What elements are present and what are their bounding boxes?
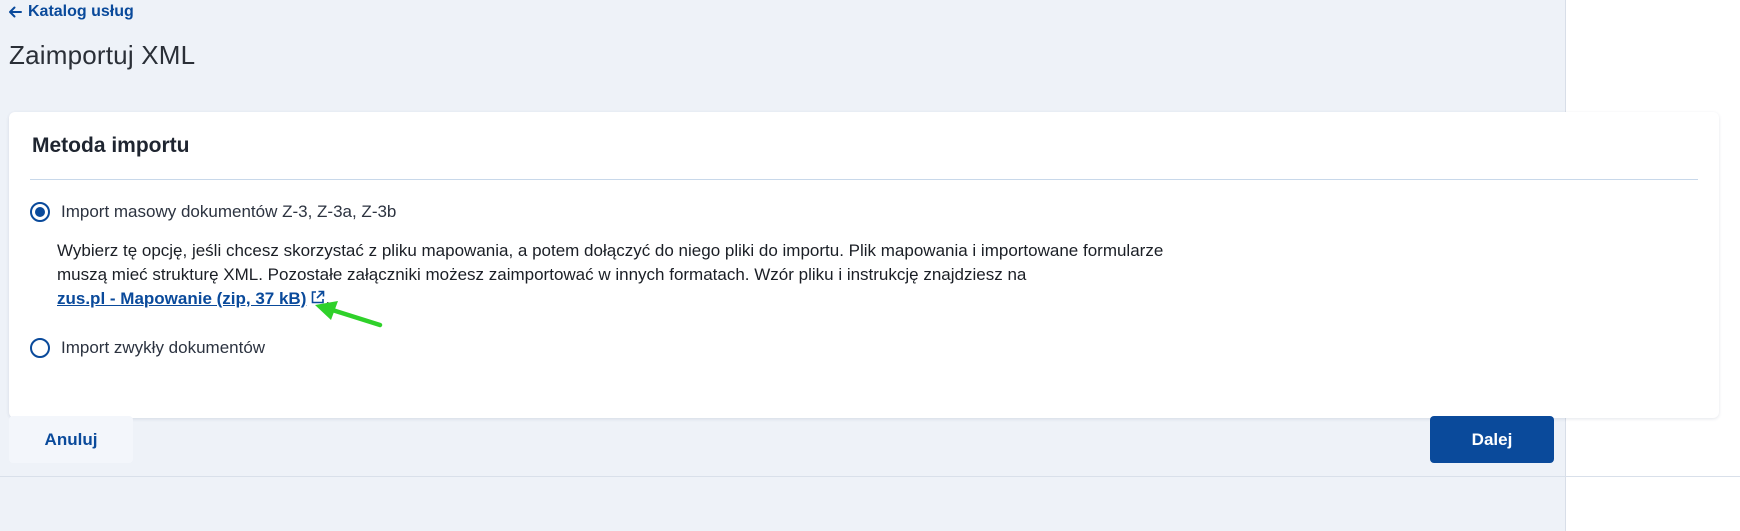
- card-title: Metoda importu: [32, 134, 190, 157]
- mapping-link-label: zus.pl - Mapowanie (zip, 37 kB): [57, 289, 307, 308]
- arrow-left-icon: [8, 6, 22, 18]
- option-regular-import[interactable]: Import zwykły dokumentów: [30, 338, 265, 358]
- import-method-card: Metoda importu Import masowy dokumentów …: [9, 112, 1719, 418]
- cancel-button[interactable]: Anuluj: [9, 416, 133, 463]
- mapping-download-link[interactable]: zus.pl - Mapowanie (zip, 37 kB): [57, 289, 306, 308]
- description-text: Wybierz tę opcję, jeśli chcesz skorzysta…: [57, 241, 1164, 284]
- option-bulk-import-label: Import masowy dokumentów Z-3, Z-3a, Z-3b: [61, 202, 397, 221]
- radio-unselected[interactable]: [30, 338, 50, 358]
- option-regular-import-label: Import zwykły dokumentów: [61, 338, 266, 357]
- option-bulk-import[interactable]: Import masowy dokumentów Z-3, Z-3a, Z-3b: [30, 202, 396, 222]
- page-title: Zaimportuj XML: [9, 40, 196, 70]
- back-link-label: Katalog usług: [28, 3, 134, 20]
- radio-dot: [35, 207, 45, 217]
- green-arrow-icon: [312, 296, 384, 335]
- card-divider: [30, 179, 1698, 180]
- footer-divider: [0, 476, 1740, 477]
- option-description: Wybierz tę opcję, jeśli chcesz skorzysta…: [57, 239, 1177, 312]
- back-link[interactable]: Katalog usług: [8, 3, 134, 21]
- next-button[interactable]: Dalej: [1430, 416, 1554, 463]
- radio-selected[interactable]: [30, 202, 50, 222]
